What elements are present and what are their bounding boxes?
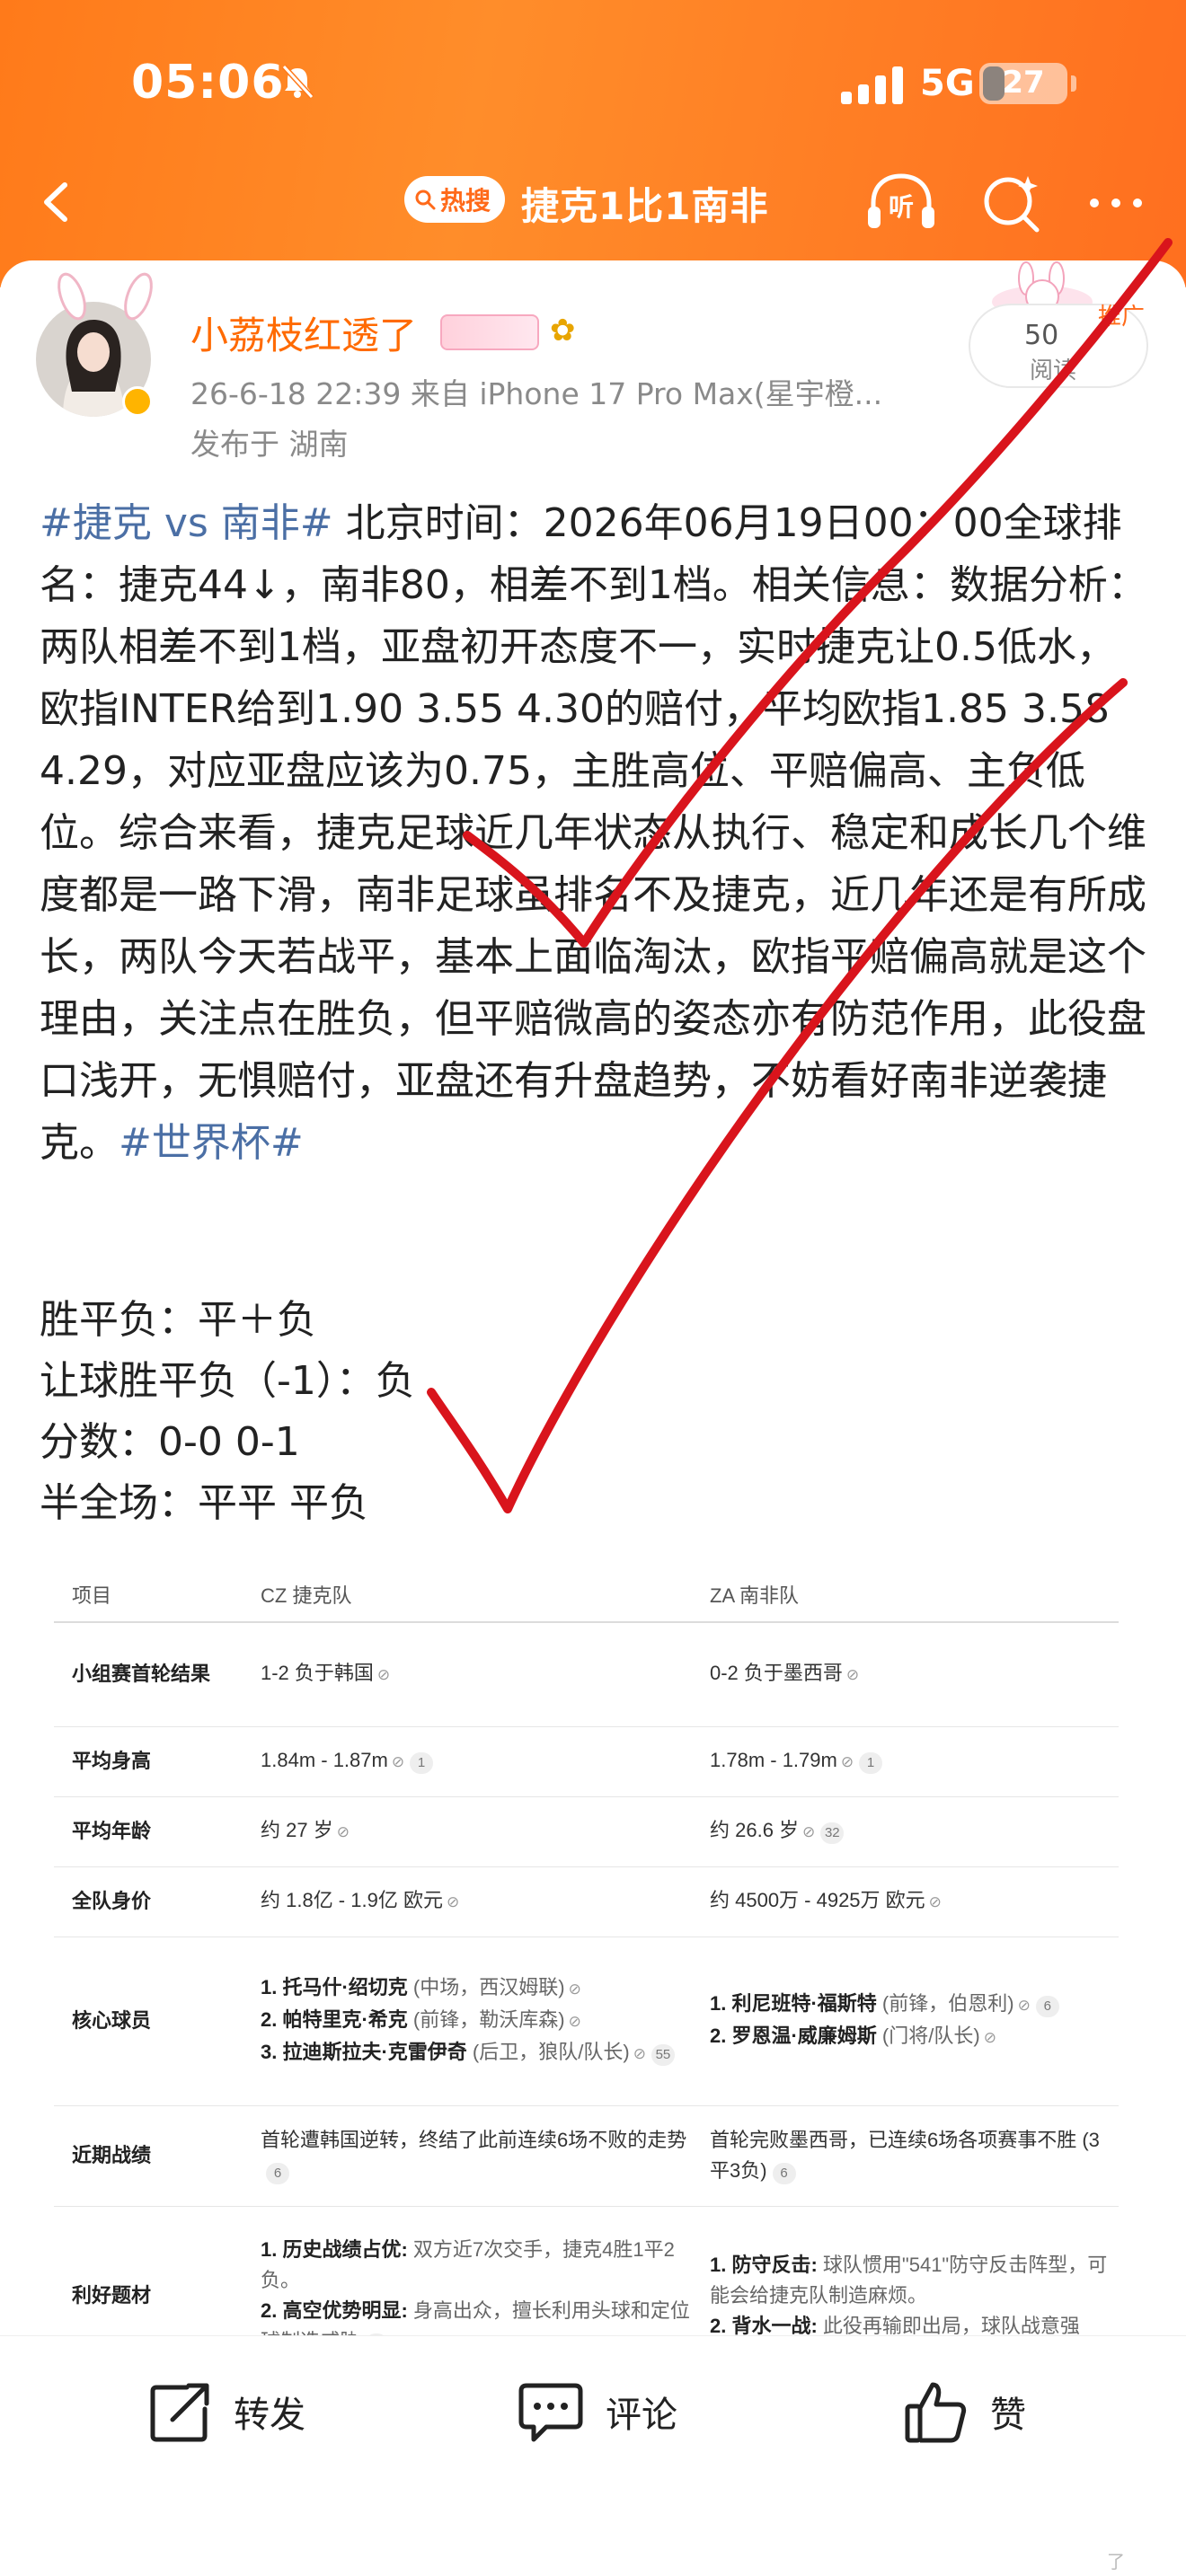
cell-cz: 1. 托马什·绍切克 (中场，西汉姆联) ⊘ 2. 帕特里克·希克 (前锋，勒沃库… (243, 1936, 692, 2106)
ref-count: 32 (820, 1822, 845, 1844)
prediction-line: 半全场：平平 平负 (40, 1480, 368, 1526)
username[interactable]: 小荔枝红透了 (190, 305, 417, 360)
cell-cz: 1-2 负于韩国 ⊘ (243, 1622, 692, 1727)
ref-count: 6 (1035, 1996, 1059, 2017)
battery-icon: 27 (979, 63, 1067, 104)
link-icon: ⊘ (928, 1893, 942, 1910)
cell-za: 1.78m - 1.79m ⊘ 1 (692, 1726, 1119, 1797)
table-header-cz: CZ 捷克队 (243, 1566, 692, 1623)
repost-label: 转发 (234, 2395, 305, 2436)
post-body: #捷克 vs 南非# 北京时间：2026年06月19日00：00全球排名：捷克4… (40, 492, 1154, 1174)
topic-tag-world-cup[interactable]: #世界杯# (119, 1120, 304, 1166)
link-icon: ⊘ (391, 1753, 405, 1770)
battery-percent: 27 (1002, 65, 1045, 101)
ad-label: 推广 (1098, 304, 1146, 331)
prediction-list: 胜平负：平＋负 让球胜平负（-1）：负 分数：0-0 0-1 半全场：平平 平负 (40, 1290, 1154, 1534)
comment-button[interactable]: 评论 (516, 2371, 677, 2452)
ref-count: 1 (410, 1752, 434, 1774)
cell-za: 约 26.6 岁 ⊘ 32 (692, 1796, 1119, 1867)
cell-cz: 1.84m - 1.87m ⊘ 1 (243, 1726, 692, 1797)
cell-za: 约 4500万 - 4925万 欧元 ⊘ (692, 1866, 1119, 1937)
cell-za: 1. 防守反击: 球队惯用"541"防守反击阵型，可能会给捷克队制造麻烦。 2.… (692, 2206, 1119, 2339)
link-icon: ⊘ (336, 1823, 350, 1840)
cell-za: 0-2 负于墨西哥 ⊘ (692, 1622, 1119, 1727)
page-title: 捷克1比1南非 (521, 184, 769, 228)
post-meta: 26-6-18 22:39 来自 iPhone 17 Pro Max(星宇橙..… (190, 376, 883, 411)
row-label: 平均身高 (54, 1726, 243, 1797)
read-count: 50 (1024, 320, 1059, 351)
back-icon[interactable] (25, 171, 88, 234)
table-row: 全队身价 约 1.8亿 - 1.9亿 欧元 ⊘ 约 4500万 - 4925万 欧… (54, 1866, 1119, 1937)
ref-count: 6 (772, 2163, 796, 2184)
row-label: 小组赛首轮结果 (54, 1622, 243, 1727)
table-header-item: 项目 (54, 1566, 243, 1623)
signal-icon (841, 66, 903, 104)
comment-icon (518, 2383, 583, 2442)
cell-cz: 1. 历史战绩占优: 双方近7次交手，捷克4胜1平2负。 2. 高空优势明显: … (243, 2206, 692, 2339)
table-row: 核心球员 1. 托马什·绍切克 (中场，西汉姆联) ⊘ 2. 帕特里克·希克 (前… (54, 1936, 1119, 2106)
comment-label: 评论 (606, 2395, 677, 2436)
topic-tag-czech-south-africa[interactable]: #捷克 vs 南非# (40, 500, 333, 546)
hot-search-chip[interactable]: 热搜 (404, 176, 505, 223)
table-row: 利好题材 1. 历史战绩占优: 双方近7次交手，捷克4胜1平2负。 2. 高空优… (54, 2206, 1119, 2339)
screen: 05:06 5G 27 热搜 捷克1比1南非 听 50 阅读 推广 小荔枝红透了… (0, 0, 1186, 2576)
repost-button[interactable]: 转发 (147, 2371, 305, 2452)
table-row: 小组赛首轮结果 1-2 负于韩国 ⊘ 0-2 负于墨西哥 ⊘ (54, 1622, 1119, 1727)
prediction-line: 分数：0-0 0-1 (40, 1419, 300, 1465)
row-label: 全队身价 (54, 1866, 243, 1937)
fan-badge (440, 314, 539, 350)
row-label: 平均年龄 (54, 1796, 243, 1867)
ref-count: 1 (859, 1752, 883, 1774)
hot-search-label: 热搜 (440, 186, 491, 216)
cell-cz: 约 27 岁 ⊘ (243, 1796, 692, 1867)
more-icon[interactable] (1078, 167, 1154, 237)
sunflower-icon: ✿ (550, 313, 576, 348)
link-icon: ⊘ (845, 1666, 860, 1684)
battery-tip (1071, 75, 1076, 92)
search-icon (415, 190, 436, 210)
listen-icon[interactable]: 听 (861, 167, 942, 237)
repost-icon (150, 2383, 209, 2442)
ref-count: 6 (266, 2163, 289, 2184)
link-icon: ⊘ (446, 1893, 460, 1910)
read-count-label: 阅读 (1030, 357, 1077, 384)
cell-cz: 约 1.8亿 - 1.9亿 欧元 ⊘ (243, 1866, 692, 1937)
link-icon: ⊘ (376, 1666, 391, 1684)
link-icon: ⊘ (802, 1823, 816, 1840)
status-bar: 05:06 5G 27 (0, 0, 1186, 171)
status-time: 05:06 (131, 56, 285, 110)
cell-cz: 首轮遭韩国逆转，终结了此前连续6场不败的走势6 (243, 2105, 692, 2207)
corner-mark: 了 (1107, 2551, 1125, 2572)
table-row: 近期战绩 首轮遭韩国逆转，终结了此前连续6场不败的走势6 首轮完败墨西哥，已连续… (54, 2105, 1119, 2207)
like-label: 赞 (990, 2395, 1026, 2436)
link-icon: ⊘ (840, 1753, 854, 1770)
ref-count: 55 (651, 2044, 675, 2066)
row-label: 近期战绩 (54, 2105, 243, 2207)
table-row: 平均年龄 约 27 岁 ⊘ 约 26.6 岁 ⊘ 32 (54, 1796, 1119, 1867)
post-location: 发布于 湖南 (190, 427, 349, 462)
comparison-table: 项目 CZ 捷克队 ZA 南非队 小组赛首轮结果 1-2 负于韩国 ⊘ 0-2 负… (54, 1566, 1119, 2339)
like-button[interactable]: 赞 (902, 2371, 1026, 2452)
row-label: 核心球员 (54, 1936, 243, 2106)
listen-glyph: 听 (889, 192, 914, 222)
row-label: 利好题材 (54, 2206, 243, 2339)
table-header-za: ZA 南非队 (692, 1566, 1119, 1623)
cell-za: 首轮完败墨西哥，已连续6场各项赛事不胜 (3平3负) 6 (692, 2105, 1119, 2207)
network-type: 5G (920, 63, 975, 104)
prediction-line: 让球胜平负（-1）：负 (40, 1358, 415, 1404)
search-sparkle-icon[interactable] (976, 167, 1048, 237)
silent-bell-icon (281, 64, 314, 100)
cell-za: 1. 利尼班特·福斯特 (前锋，伯恩利) ⊘ 6 2. 罗恩温·威廉姆斯 (门将/队… (692, 1936, 1119, 2106)
bunny-ears-icon (58, 272, 153, 321)
prediction-line: 胜平负：平＋负 (40, 1297, 316, 1343)
verified-badge-icon (122, 386, 153, 417)
post-text: 北京时间：2026年06月19日00：00全球排名：捷克44↓，南非80，相差不… (40, 500, 1147, 1166)
comparison-table-image[interactable]: 项目 CZ 捷克队 ZA 南非队 小组赛首轮结果 1-2 负于韩国 ⊘ 0-2 负… (54, 1566, 1132, 2339)
thumbs-up-icon (905, 2382, 967, 2443)
table-row: 平均身高 1.84m - 1.87m ⊘ 1 1.78m - 1.79m ⊘ 1 (54, 1726, 1119, 1797)
